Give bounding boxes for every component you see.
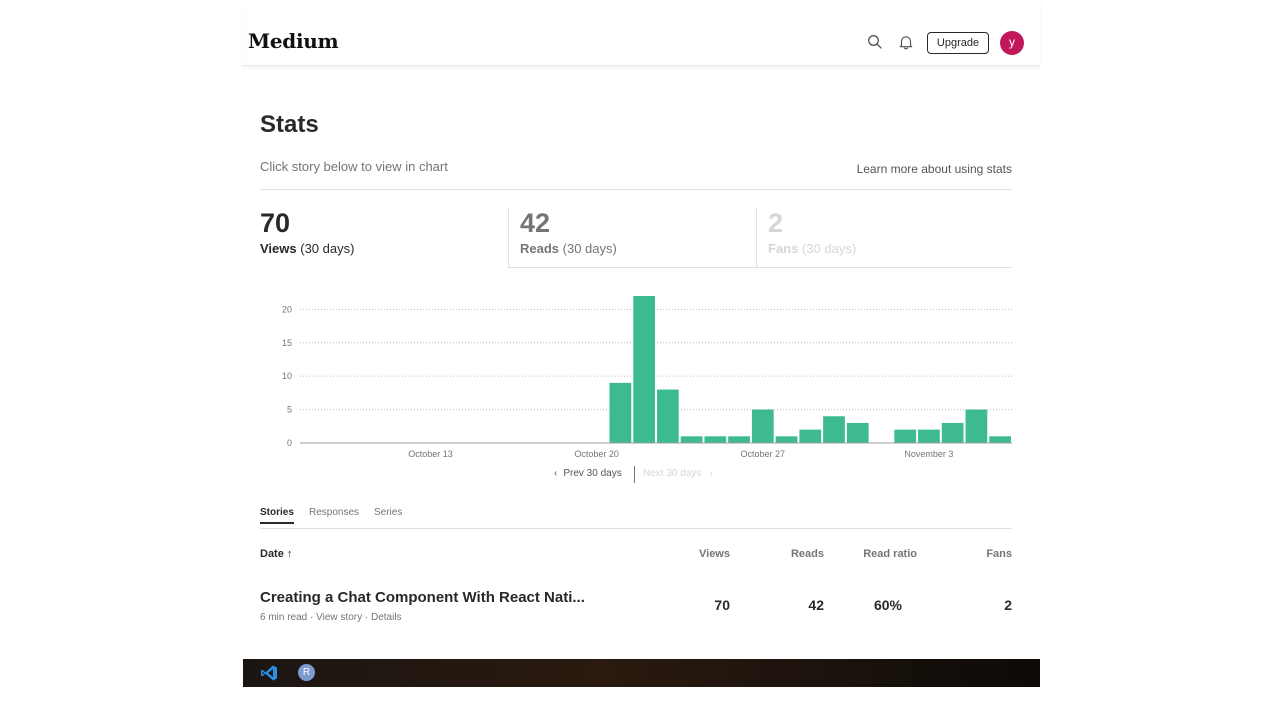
r-app-icon[interactable]: R: [298, 664, 315, 681]
story-meta: 6 min read · View story · Details: [260, 612, 402, 623]
pager-divider: [634, 466, 635, 483]
reads-period: (30 days): [562, 241, 617, 256]
x-tick-label: October 20: [574, 449, 619, 459]
next-30-days-button: Next 30 days ›: [643, 468, 713, 479]
x-tick-label: November 3: [904, 449, 953, 459]
chevron-right-icon: ›: [709, 468, 713, 479]
taskbar: R: [243, 659, 1040, 687]
views-label-row: Views (30 days): [260, 241, 508, 256]
y-tick-label: 20: [282, 304, 292, 314]
chevron-left-icon: ‹: [554, 468, 558, 479]
tab-series[interactable]: Series: [374, 507, 402, 518]
reads-count: 42: [520, 208, 551, 238]
vscode-icon[interactable]: [260, 664, 278, 682]
bell-icon[interactable]: [897, 33, 915, 51]
chart-bar: [799, 429, 822, 443]
x-tick-label: October 27: [741, 449, 786, 459]
views-label: Views: [260, 241, 297, 256]
reads-label-row: Reads (30 days): [520, 241, 757, 256]
y-tick-label: 0: [287, 438, 292, 448]
next-label: Next 30 days: [643, 468, 702, 479]
tab-responses[interactable]: Responses: [309, 507, 359, 518]
stat-separator: [508, 209, 509, 267]
chart-bar: [680, 436, 703, 443]
chart-bar: [704, 436, 727, 443]
stat-reads-tab[interactable]: 42 Reads (30 days): [520, 207, 757, 267]
chart-bar: [657, 389, 679, 443]
story-reads: 42: [808, 597, 824, 613]
search-icon[interactable]: [866, 33, 884, 51]
x-tick-label: October 13: [408, 449, 453, 459]
views-column-header[interactable]: Views: [699, 548, 730, 560]
chart-bar: [633, 296, 655, 443]
views-period: (30 days): [300, 241, 355, 256]
chart-bar: [894, 429, 917, 443]
reads-column-header[interactable]: Reads: [791, 548, 824, 560]
y-tick-label: 15: [282, 338, 292, 348]
fans-label: Fans: [768, 241, 799, 256]
views-count: 70: [260, 208, 291, 238]
app-frame: Medium Upgrade y Stats Click story below…: [243, 0, 1040, 687]
chart-bar: [823, 416, 845, 443]
stat-separator: [756, 209, 757, 267]
story-read-ratio: 60%: [873, 597, 902, 613]
tab-stories[interactable]: Stories: [260, 507, 294, 524]
date-header-label: Date: [260, 548, 284, 560]
date-column-header[interactable]: Date ↑: [260, 548, 292, 560]
y-tick-label: 5: [287, 405, 292, 415]
story-views: 70: [714, 597, 730, 613]
avatar[interactable]: y: [1000, 31, 1024, 55]
arrow-up-icon: ↑: [286, 548, 293, 560]
read-time: 6 min read: [260, 612, 308, 623]
chart-bar: [941, 422, 964, 443]
chart-bar: [918, 429, 940, 443]
chart-bar: [775, 436, 798, 443]
learn-more-link[interactable]: Learn more about using stats: [857, 162, 1012, 176]
fans-count: 2: [768, 208, 784, 238]
stat-fans-tab: 2 Fans (30 days): [768, 207, 1012, 267]
fans-column-header[interactable]: Fans: [986, 548, 1012, 560]
view-story-link[interactable]: View story: [316, 612, 362, 623]
fans-period: (30 days): [801, 241, 857, 256]
details-link[interactable]: Details: [371, 612, 402, 623]
medium-logo[interactable]: Medium: [248, 29, 339, 53]
page-subtitle: Click story below to view in chart: [260, 159, 448, 174]
tabs-divider: [260, 528, 1012, 529]
top-header: Medium Upgrade y: [243, 0, 1040, 66]
fans-label-row: Fans (30 days): [768, 241, 1012, 256]
page-title: Stats: [260, 111, 319, 138]
divider: [260, 189, 1012, 190]
story-title[interactable]: Creating a Chat Component With React Nat…: [260, 589, 585, 606]
story-fans: 2: [1004, 597, 1012, 613]
views-bar-chart: 0 5 10 15 20 October 13 October 20 October 27 No…: [282, 296, 1012, 459]
reads-label: Reads: [520, 241, 560, 256]
stat-views-tab[interactable]: 70 Views (30 days): [260, 207, 508, 267]
read-ratio-column-header[interactable]: Read ratio: [863, 548, 917, 560]
chart-bar: [751, 409, 774, 443]
prev-label: Prev 30 days: [563, 468, 622, 479]
prev-30-days-button[interactable]: ‹ Prev 30 days: [554, 468, 622, 479]
y-tick-label: 10: [282, 371, 292, 381]
chart-bar: [609, 382, 632, 443]
chart-bar: [846, 422, 869, 443]
chart-bar: [989, 436, 1011, 443]
chart-bar: [728, 436, 750, 443]
stat-bottom-border: [508, 267, 1012, 268]
upgrade-button[interactable]: Upgrade: [927, 32, 989, 54]
chart-bar: [965, 409, 988, 443]
